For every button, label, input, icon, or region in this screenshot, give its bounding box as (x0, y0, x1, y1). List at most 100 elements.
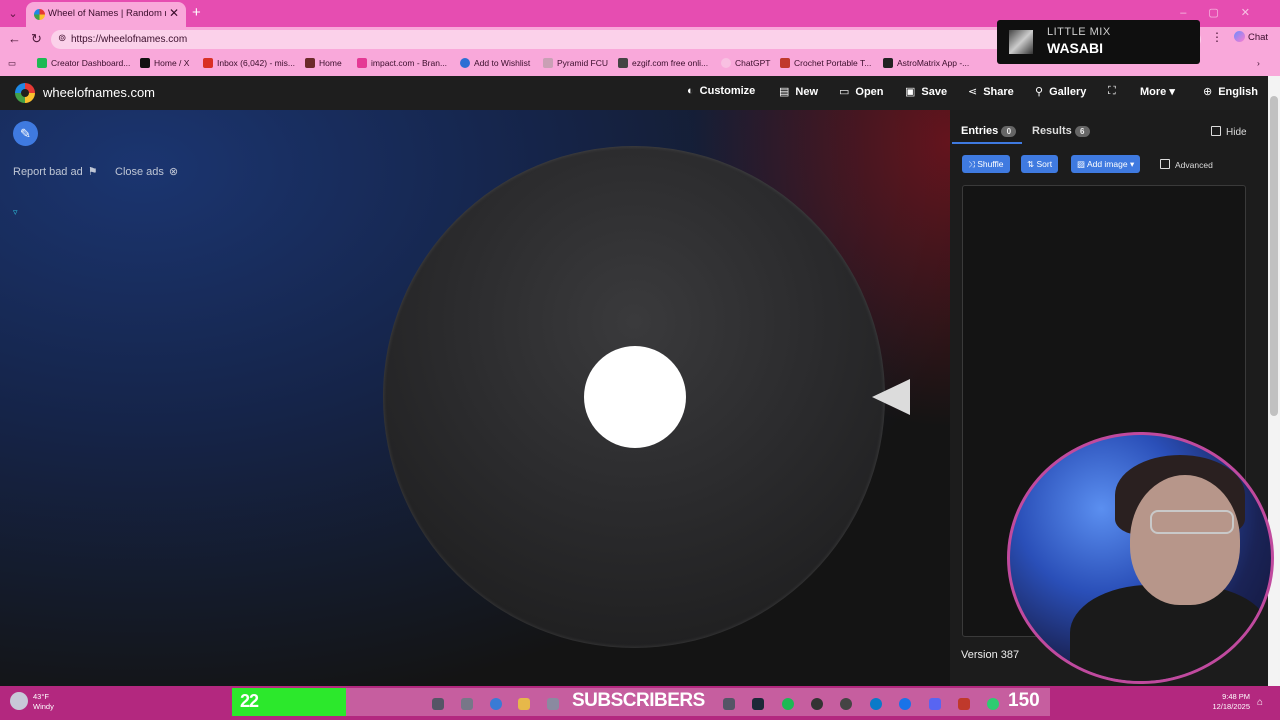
reload-icon[interactable]: ↻ (31, 31, 42, 47)
tab-list-icon[interactable]: ⌄ (4, 5, 22, 23)
language-label: English (1218, 86, 1258, 98)
bookmark-item[interactable]: AstroMatrix App -... (883, 58, 969, 68)
spotify-icon[interactable] (782, 698, 794, 710)
open-button[interactable]: ▭ Open (839, 85, 884, 98)
new-tab-icon[interactable]: + (192, 4, 201, 21)
add-image-button[interactable]: ▨ Add image ▾ (1071, 155, 1141, 173)
bank-icon (543, 58, 553, 68)
share-button[interactable]: ⋖ Share (968, 85, 1014, 98)
browser-menu-icon[interactable]: ⋮ (1211, 30, 1223, 44)
tab-entries[interactable]: Entries 0 (961, 125, 1017, 137)
shuffle-button[interactable]: ⤨ Shuffle (962, 155, 1010, 173)
report-bad-ad-link[interactable]: Report bad ad ⚑ (13, 165, 98, 178)
advanced-checkbox[interactable]: Advanced (1160, 159, 1213, 170)
bookmarks-menu-icon[interactable]: ▭ (8, 58, 16, 69)
more-label: More (1140, 86, 1167, 98)
fullscreen-button[interactable]: ⛶ (1108, 85, 1122, 98)
chat-label: Chat (1248, 32, 1269, 43)
advanced-label: Advanced (1175, 160, 1213, 170)
close-ads-link[interactable]: Close ads ⊗ (115, 165, 178, 178)
gmail-icon (203, 58, 213, 68)
wheel-logo-icon[interactable] (15, 83, 35, 103)
bookmark-item[interactable]: Crochet Portable T... (780, 58, 871, 68)
bookmark-item[interactable]: Home (305, 58, 342, 68)
bookmark-item[interactable]: Add to Wishlist (460, 58, 530, 68)
image-icon: ▨ (1077, 159, 1086, 169)
app-header: wheelofnames.com ◐ Customize ▤ New ▭ Open ▣… (0, 76, 1268, 110)
taskbar-app-icon[interactable] (987, 698, 999, 710)
taskbar-app-icon[interactable] (899, 698, 911, 710)
customize-button[interactable]: ◐ Customize (687, 85, 755, 97)
bookmark-item[interactable]: Home / X (140, 58, 189, 68)
gallery-button[interactable]: ⚲ Gallery (1035, 85, 1086, 98)
close-circle-icon: ⊗ (168, 166, 179, 178)
x-logo-icon (140, 58, 150, 68)
language-button[interactable]: ⊕ English (1203, 85, 1258, 98)
weather-widget[interactable]: 43°F Windy (10, 692, 54, 712)
window-controls[interactable]: –▢✕ (1180, 6, 1272, 19)
edit-button[interactable]: ✎ (13, 121, 38, 146)
new-label: New (795, 86, 819, 98)
bookmark-item[interactable]: ChatGPT (721, 58, 770, 68)
wheel-pointer-icon (872, 379, 910, 415)
tab-title: Wheel of Names | Random name (48, 8, 166, 19)
wheel-center-hub[interactable] (584, 346, 686, 448)
tab-results[interactable]: Results 6 (1032, 125, 1090, 137)
back-icon[interactable]: ← (8, 31, 21, 46)
page-scrollbar[interactable] (1268, 76, 1280, 686)
taskbar-app-icon[interactable] (723, 698, 735, 710)
shuffle-label: Shuffle (977, 159, 1004, 169)
more-bookmarks-icon[interactable]: › (1257, 58, 1260, 68)
report-ad-label: Report bad ad (13, 166, 83, 178)
bookmark-item[interactable]: ezgif.com free onli... (618, 58, 708, 68)
file-explorer-icon[interactable] (518, 698, 530, 710)
more-button[interactable]: More ▾ (1140, 85, 1175, 98)
bookmark-label: Add to Wishlist (474, 58, 531, 68)
site-name[interactable]: wheelofnames.com (43, 85, 155, 100)
edge-icon[interactable] (490, 698, 502, 710)
bookmark-label: ezgif.com free onli... (632, 58, 709, 68)
clock-time: 9:48 PM (1222, 692, 1250, 701)
bookmark-item[interactable]: impact.com - Bran... (357, 58, 447, 68)
steam-icon[interactable] (752, 698, 764, 710)
bookmark-item[interactable]: Inbox (6,042) - mis... (203, 58, 295, 68)
close-ads-label: Close ads (115, 166, 164, 178)
store-icon[interactable] (547, 698, 559, 710)
subscriber-goal-label: SUBSCRIBERS (572, 690, 705, 711)
search-icon: ⚲ (1035, 86, 1044, 98)
taskbar-app-icon[interactable] (461, 698, 473, 710)
ezgif-icon (618, 58, 628, 68)
webcam-overlay (1007, 432, 1274, 684)
notification-icon[interactable]: ⌂ (1257, 697, 1263, 708)
scrollbar-thumb[interactable] (1270, 96, 1278, 416)
browser-tab[interactable]: Wheel of Names | Random name ✕ (26, 2, 186, 27)
album-art (1009, 30, 1033, 54)
site-info-icon[interactable]: ⊚ (58, 33, 66, 44)
impact-icon (357, 58, 367, 68)
sort-button[interactable]: ⇅ Sort (1021, 155, 1059, 173)
subscriber-goal-target: 150 (1008, 690, 1040, 711)
ad-choices-icon[interactable]: ▿ (13, 207, 18, 218)
save-button[interactable]: ▣ Save (905, 85, 947, 98)
obs-icon[interactable] (811, 698, 823, 710)
taskbar-app-icon[interactable] (840, 698, 852, 710)
bookmark-label: ChatGPT (735, 58, 771, 68)
bookmark-item[interactable]: Pyramid FCU (543, 58, 608, 68)
checkbox-icon (1160, 159, 1170, 169)
taskbar-app-icon[interactable] (958, 698, 970, 710)
add-image-label: Add image (1086, 159, 1128, 169)
system-clock[interactable]: 9:48 PM 12/18/2025 (1210, 692, 1250, 712)
caret-down-icon: ▾ (1129, 159, 1135, 169)
taskbar-app-icon[interactable] (870, 698, 882, 710)
task-view-icon[interactable] (432, 698, 444, 710)
hide-checkbox[interactable]: Hide (1211, 126, 1247, 138)
close-tab-icon[interactable]: ✕ (169, 6, 179, 20)
chat-button[interactable]: Chat (1234, 31, 1268, 43)
bookmark-label: Pyramid FCU (557, 58, 609, 68)
save-label: Save (921, 86, 948, 98)
bookmark-item[interactable]: Creator Dashboard... (37, 58, 130, 68)
chatgpt-icon (721, 58, 731, 68)
hide-label: Hide (1226, 127, 1247, 138)
new-button[interactable]: ▤ New (779, 85, 818, 98)
discord-icon[interactable] (929, 698, 941, 710)
